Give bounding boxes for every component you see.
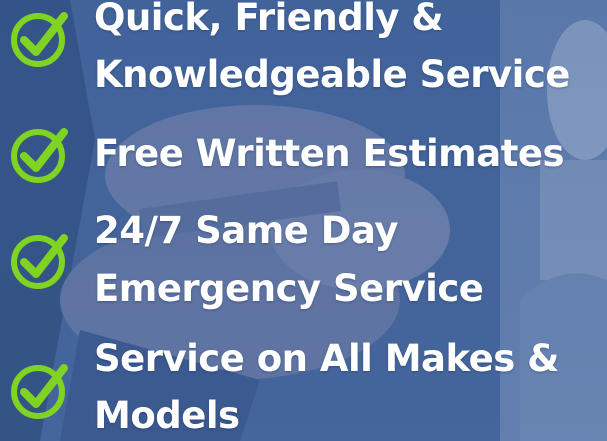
feature-3-line-1: 24/7 Same Day	[94, 209, 398, 252]
feature-4-line-2: Models	[94, 394, 240, 437]
check-circle-icon	[8, 358, 72, 422]
feature-4-line-1: Service on All Makes &	[94, 337, 559, 380]
check-circle-icon	[8, 6, 72, 70]
check-circle-icon	[8, 228, 72, 292]
check-circle-icon	[8, 122, 72, 186]
services-banner: Quick, Friendly & Knowledgeable Service …	[0, 0, 607, 441]
feature-3-line-2: Emergency Service	[94, 267, 484, 310]
feature-1-line-1: Quick, Friendly &	[94, 0, 444, 39]
feature-2-line-1: Free Written Estimates	[94, 132, 565, 175]
feature-1-line-2: Knowledgeable Service	[94, 53, 570, 96]
